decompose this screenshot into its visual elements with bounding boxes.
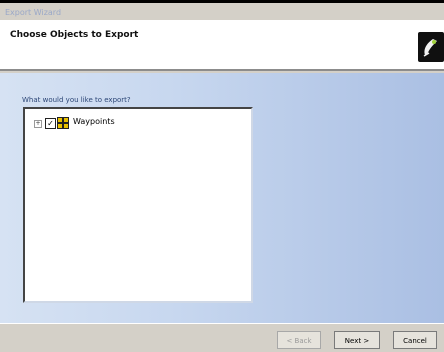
back-button[interactable]: < Back — [277, 331, 321, 349]
expand-icon[interactable]: + — [34, 120, 42, 128]
export-object-tree[interactable]: + ✓ Waypoints — [23, 107, 253, 303]
pen-logo-icon — [418, 32, 444, 62]
next-button[interactable]: Next > — [334, 331, 380, 349]
export-prompt: What would you like to export? — [22, 96, 131, 104]
wizard-header: Choose Objects to Export — [0, 20, 444, 71]
waypoint-icon — [57, 117, 69, 129]
export-wizard-window: Export Wizard Choose Objects to Export W… — [0, 0, 444, 352]
tree-item-waypoints[interactable]: Waypoints — [73, 117, 115, 126]
page-title: Choose Objects to Export — [10, 30, 139, 40]
wizard-body: What would you like to export? + ✓ Waypo… — [0, 73, 444, 323]
waypoints-checkbox[interactable]: ✓ — [45, 118, 56, 129]
window-title: Export Wizard — [5, 8, 62, 17]
cancel-button[interactable]: Cancel — [393, 331, 437, 349]
wizard-footer: < Back Next > Cancel — [0, 323, 444, 352]
